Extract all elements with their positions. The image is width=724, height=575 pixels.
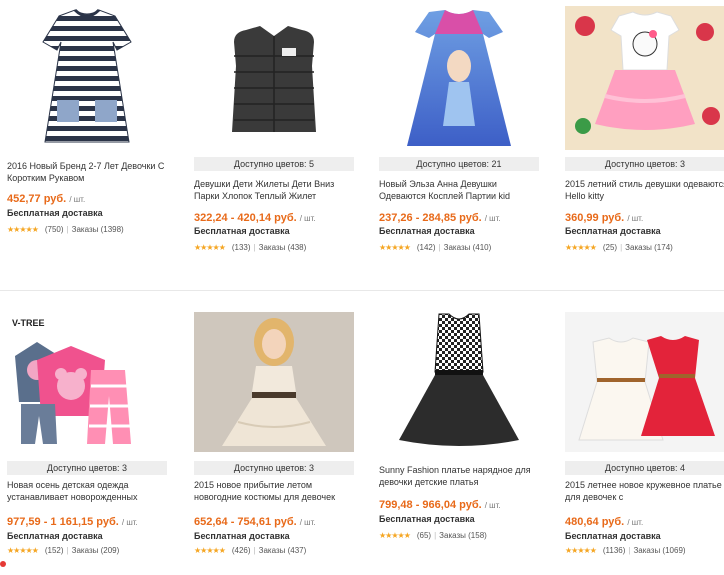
price-value: 360,99 руб. xyxy=(565,212,625,224)
review-count[interactable]: (133) xyxy=(232,243,251,252)
star-rating-icon: ★★★★★ xyxy=(379,531,411,540)
row-divider xyxy=(0,290,724,291)
brand-logo: V-TREE xyxy=(12,318,45,328)
shipping-label: Бесплатная доставка xyxy=(194,226,290,236)
product-card[interactable]: 2016 Новый Бренд 2-7 Лет Девочки С Корот… xyxy=(7,0,175,283)
product-title[interactable]: Новая осень детская одежда устанавливает… xyxy=(7,479,172,503)
product-title[interactable]: 2015 новое прибытие летом новогодние кос… xyxy=(194,479,359,503)
product-image-lace-dress-girl[interactable] xyxy=(194,312,354,452)
review-count[interactable]: (750) xyxy=(45,225,64,234)
order-count[interactable]: Заказы (410) xyxy=(444,243,492,252)
price-value: 480,64 руб. xyxy=(565,516,625,528)
review-count[interactable]: (152) xyxy=(45,546,64,555)
product-title[interactable]: Sunny Fashion платье нарядное для девочк… xyxy=(379,464,544,488)
product-price: 360,99 руб. / шт. xyxy=(565,212,643,224)
order-count[interactable]: Заказы (438) xyxy=(259,243,307,252)
notification-dot-icon xyxy=(0,561,6,567)
price-unit: / шт. xyxy=(484,214,501,223)
order-count[interactable]: Заказы (1398) xyxy=(72,225,124,234)
product-card[interactable]: V-TREE Доступно цветов: 3 Новая осень де… xyxy=(7,292,175,575)
rating-row: ★★★★★ (750) | Заказы (1398) xyxy=(7,225,124,234)
star-rating-icon: ★★★★★ xyxy=(565,546,597,555)
product-title[interactable]: Новый Эльза Анна Девушки Одеваются Коспл… xyxy=(379,178,544,202)
price-unit: / шт. xyxy=(69,195,86,204)
shipping-label: Бесплатная доставка xyxy=(7,208,103,218)
product-image-black-tulle-dress[interactable] xyxy=(379,312,539,452)
star-rating-icon: ★★★★★ xyxy=(565,243,597,252)
rating-row: ★★★★★ (25) | Заказы (174) xyxy=(565,243,673,252)
review-count[interactable]: (142) xyxy=(417,243,436,252)
available-colors-badge[interactable]: Доступно цветов: 3 xyxy=(194,461,354,475)
shipping-label: Бесплатная доставка xyxy=(194,531,290,541)
product-image-hello-kitty-dress[interactable] xyxy=(565,6,724,150)
product-price: 799,48 - 966,04 руб. / шт. xyxy=(379,499,501,511)
product-price: 237,26 - 284,85 руб. / шт. xyxy=(379,212,501,224)
product-title[interactable]: Девушки Дети Жилеты Дети Вниз Парки Хлоп… xyxy=(194,178,359,202)
rating-row: ★★★★★ (142) | Заказы (410) xyxy=(379,243,492,252)
price-value: 322,24 - 420,14 руб. xyxy=(194,212,297,224)
product-price: 480,64 руб. / шт. xyxy=(565,516,643,528)
rating-row: ★★★★★ (426) | Заказы (437) xyxy=(194,546,307,555)
product-row: V-TREE Доступно цветов: 3 Новая осень де… xyxy=(0,292,724,575)
review-count[interactable]: (1136) xyxy=(603,546,626,555)
rating-row: ★★★★★ (133) | Заказы (438) xyxy=(194,243,307,252)
rating-row: ★★★★★ (152) | Заказы (209) xyxy=(7,546,120,555)
rating-row: ★★★★★ (1136) | Заказы (1069) xyxy=(565,546,686,555)
star-rating-icon: ★★★★★ xyxy=(194,546,226,555)
product-price: 452,77 руб. / шт. xyxy=(7,193,85,205)
product-image-elsa-dress[interactable] xyxy=(379,6,539,150)
product-image-minnie-set[interactable] xyxy=(7,312,167,452)
order-count[interactable]: Заказы (209) xyxy=(72,546,120,555)
rating-row: ★★★★★ (65) | Заказы (158) xyxy=(379,531,487,540)
product-price: 652,64 - 754,61 руб. / шт. xyxy=(194,516,316,528)
star-rating-icon: ★★★★★ xyxy=(7,546,39,555)
price-value: 977,59 - 1 161,15 руб. xyxy=(7,516,119,528)
available-colors-badge[interactable]: Доступно цветов: 4 xyxy=(565,461,724,475)
star-rating-icon: ★★★★★ xyxy=(194,243,226,252)
order-count[interactable]: Заказы (158) xyxy=(439,531,487,540)
review-count[interactable]: (65) xyxy=(417,531,431,540)
price-value: 452,77 руб. xyxy=(7,193,67,205)
available-colors-badge[interactable]: Доступно цветов: 3 xyxy=(565,157,724,171)
shipping-label: Бесплатная доставка xyxy=(379,226,475,236)
order-count[interactable]: Заказы (174) xyxy=(625,243,673,252)
shipping-label: Бесплатная доставка xyxy=(379,514,475,524)
price-value: 799,48 - 966,04 руб. xyxy=(379,499,482,511)
star-rating-icon: ★★★★★ xyxy=(379,243,411,252)
product-card[interactable]: Доступно цветов: 4 2015 летнее новое кру… xyxy=(565,292,724,575)
product-image-striped-dress[interactable] xyxy=(7,6,167,150)
product-title[interactable]: 2016 Новый Бренд 2-7 Лет Девочки С Корот… xyxy=(7,160,172,184)
price-unit: / шт. xyxy=(484,501,501,510)
product-card[interactable]: Доступно цветов: 3 2015 новое прибытие л… xyxy=(194,292,362,575)
product-price: 322,24 - 420,14 руб. / шт. xyxy=(194,212,316,224)
available-colors-badge[interactable]: Доступно цветов: 3 xyxy=(7,461,167,475)
order-count[interactable]: Заказы (1069) xyxy=(633,546,685,555)
review-count[interactable]: (426) xyxy=(232,546,251,555)
product-title[interactable]: 2015 летнее новое кружевное платье для д… xyxy=(565,479,724,503)
product-row: 2016 Новый Бренд 2-7 Лет Девочки С Корот… xyxy=(0,0,724,283)
price-value: 652,64 - 754,61 руб. xyxy=(194,516,297,528)
order-count[interactable]: Заказы (437) xyxy=(259,546,307,555)
product-image-puffer-vest[interactable] xyxy=(194,6,354,150)
product-image-lace-dresses-white-red[interactable] xyxy=(565,312,724,452)
price-unit: / шт. xyxy=(627,518,644,527)
available-colors-badge[interactable]: Доступно цветов: 21 xyxy=(379,157,539,171)
star-rating-icon: ★★★★★ xyxy=(7,225,39,234)
shipping-label: Бесплатная доставка xyxy=(7,531,103,541)
shipping-label: Бесплатная доставка xyxy=(565,531,661,541)
price-unit: / шт. xyxy=(299,518,316,527)
product-card[interactable]: Sunny Fashion платье нарядное для девочк… xyxy=(379,292,547,575)
product-price: 977,59 - 1 161,15 руб. / шт. xyxy=(7,516,138,528)
review-count[interactable]: (25) xyxy=(603,243,617,252)
shipping-label: Бесплатная доставка xyxy=(565,226,661,236)
product-card[interactable]: Доступно цветов: 5 Девушки Дети Жилеты Д… xyxy=(194,0,362,283)
price-unit: / шт. xyxy=(299,214,316,223)
price-unit: / шт. xyxy=(121,518,138,527)
product-card[interactable]: Доступно цветов: 21 Новый Эльза Анна Дев… xyxy=(379,0,547,283)
price-unit: / шт. xyxy=(627,214,644,223)
price-value: 237,26 - 284,85 руб. xyxy=(379,212,482,224)
available-colors-badge[interactable]: Доступно цветов: 5 xyxy=(194,157,354,171)
product-card[interactable]: Доступно цветов: 3 2015 летний стиль дев… xyxy=(565,0,724,283)
product-title[interactable]: 2015 летний стиль девушки одеваются Hell… xyxy=(565,178,724,202)
